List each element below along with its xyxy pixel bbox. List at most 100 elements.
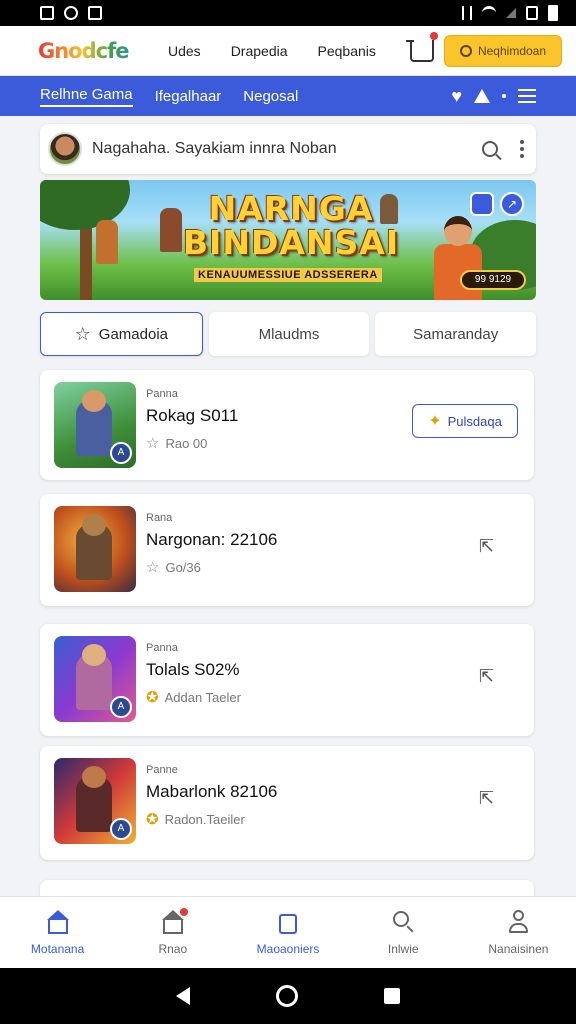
star-outline-icon: ☆ [74,324,91,344]
bottom-nav-store[interactable]: Rnao [115,897,230,968]
platform-badge-icon: A [110,818,132,840]
recent-apps-icon[interactable] [384,988,400,1004]
wifi-icon [482,6,496,20]
home-button-icon[interactable] [276,985,298,1007]
game-title: Rokag S011 [146,406,239,425]
profile-icon [505,909,531,934]
signin-button[interactable]: Neqhimdoan [444,34,562,67]
game-meta-text: Radon.Taeiler [164,812,245,827]
tab-3-label: Samaranday [413,325,499,343]
game-card[interactable]: A Panna Tolals S02% ✪ Addan Taeler ⇱ [40,624,534,736]
bottom-nav-profile[interactable]: Nanaisinen [461,897,576,968]
filter-tabs: ☆ Gamadoia Mlaudms Samaranday [40,312,537,356]
search-icon [390,910,416,934]
share-icon[interactable]: ↗ [500,192,524,216]
bottom-nav-label: Rnao [158,941,188,956]
banner-title-line-2: BINDANSAI [182,223,400,262]
card-action-button[interactable]: ✦ Pulsdaqa [412,404,518,438]
notification-dot [179,907,188,916]
avatar[interactable] [48,132,82,166]
alert-icon[interactable] [474,89,490,103]
pin-icon[interactable]: ⇱ [479,788,494,809]
more-options-icon[interactable] [520,140,524,158]
menu-icon[interactable] [518,89,536,103]
sparkle-icon: ✦ [428,413,442,430]
pin-icon[interactable]: ⇱ [479,666,494,687]
search-icon[interactable] [482,141,498,157]
nav-link-1[interactable]: Relhne Gama [40,86,133,107]
tab-1[interactable]: ☆ Gamadoia [40,312,203,356]
game-meta: ☆ Rao 00 [146,436,207,451]
banner-subtitle: KENAUUMESSIUE ADSSERERA [194,268,382,282]
download-icon [88,6,102,20]
search-bar[interactable]: Nagahaha. Sayakiam innra Noban [40,124,536,174]
store-icon [160,907,188,934]
bottom-nav-bag[interactable]: Maoaoniers [230,897,345,968]
top-link-1[interactable]: Udes [168,43,201,59]
game-thumbnail: A [54,758,136,844]
top-link-2[interactable]: Drapedia [231,43,288,59]
signin-label: Neqhimdoan [477,43,547,58]
notification-icon [40,6,54,20]
game-title: Tolals S02% [146,660,240,679]
bottom-nav-label: Motanana [30,941,85,956]
game-category: Panne [146,764,178,776]
tab-2-label: Mlaudms [258,325,320,343]
game-meta: ☆ Go/36 [146,560,201,575]
game-meta-text: Addan Taeler [164,690,241,705]
top-link-3[interactable]: Peqbanis [318,43,376,59]
game-meta: ✪ Radon.Taeiler [146,812,245,827]
battery-icon [548,5,558,21]
game-meta-text: Rao 00 [165,436,208,451]
back-icon[interactable] [176,987,190,1005]
game-title: Mabarlonk 82106 [146,782,278,801]
game-category: Panna [146,388,178,400]
nav-link-3[interactable]: Negosal [243,88,298,105]
game-thumbnail [54,506,136,592]
game-thumbnail: A [54,636,136,722]
app-logo[interactable]: Gnodcfe [38,39,148,63]
bottom-nav-label: Nanaisinen [488,941,549,956]
featured-banner[interactable]: NARNGA BINDANSAI KENAUUMESSIUE ADSSERERA… [40,180,536,300]
platform-badge-icon: A [110,696,132,718]
pin-icon[interactable]: ⇱ [479,536,494,557]
game-meta: ✪ Addan Taeler [146,690,241,705]
bottom-nav-search[interactable]: Inlwie [346,897,461,968]
game-title: Nargonan: 22106 [146,530,278,549]
nav-link-2[interactable]: Ifegalhaar [155,88,222,105]
star-icon: ☆ [146,559,160,576]
game-card[interactable]: Rana Nargonan: 22106 ☆ Go/36 ⇱ [40,494,534,606]
user-icon [459,44,472,57]
star-icon: ✪ [146,689,159,706]
game-thumbnail: A [54,382,136,468]
cart-badge-dot [429,31,438,40]
tab-3[interactable]: Samaranday [375,312,537,356]
bottom-nav-home[interactable]: Motanana [0,897,115,968]
bag-icon [275,910,301,934]
star-icon: ✪ [146,811,159,828]
card-action-label: Pulsdaqa [447,413,502,429]
status-bar [0,0,576,26]
banner-counter: 99 9129 [460,270,526,290]
app-header: Gnodcfe Udes Drapedia Peqbanis Neqhimdoa… [0,26,576,76]
bottom-nav: Motanana Rnao Maoaoniers Inlwie Nanaisin… [0,896,576,968]
bottom-nav-label: Maoaoniers [256,941,320,956]
controller-icon[interactable] [470,192,494,216]
tab-1-label: Gamadoia [98,325,169,343]
vibrate-icon [462,6,472,20]
banner-title: NARNGA BINDANSAI [146,192,436,260]
banner-title-line-1: NARNGA [208,189,374,228]
home-icon [45,909,71,934]
game-meta-text: Go/36 [165,560,201,575]
tab-2[interactable]: Mlaudms [208,312,370,356]
game-card[interactable]: A Panne Mabarlonk 82106 ✪ Radon.Taeiler … [40,746,534,860]
heart-icon[interactable]: ♥ [451,87,462,105]
search-input[interactable]: Nagahaha. Sayakiam innra Noban [92,140,482,158]
star-icon: ☆ [146,435,160,452]
warrior-figure-1 [96,220,118,264]
game-category: Rana [146,512,173,524]
top-links: Udes Drapedia Peqbanis [168,43,376,59]
game-card[interactable]: A Panna Rokag S011 ☆ Rao 00 ✦ Pulsdaqa [40,370,534,480]
bottom-nav-label: Inlwie [387,941,419,956]
cart-icon[interactable] [405,31,438,62]
